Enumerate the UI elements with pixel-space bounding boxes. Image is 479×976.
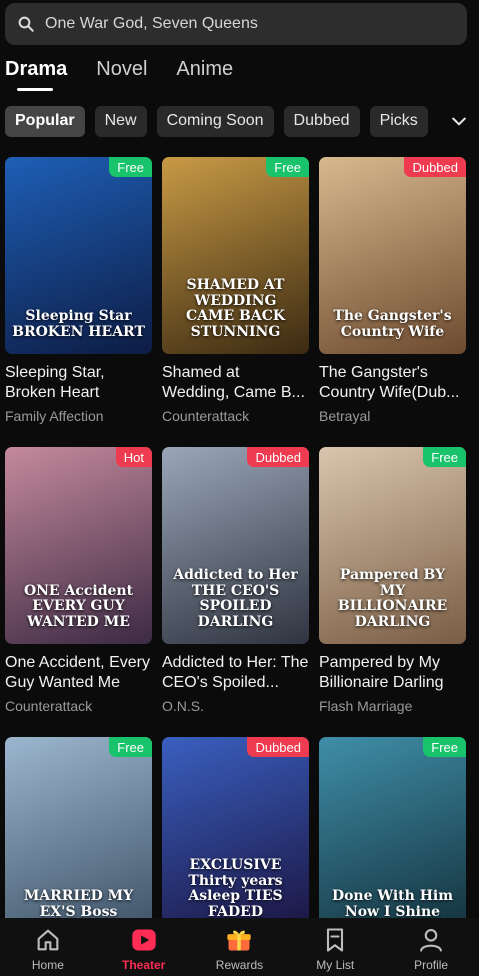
nav-rewards[interactable]: Rewards [194, 926, 284, 972]
drama-card[interactable]: Sleeping Star BROKEN HEART Free Sleeping S… [5, 157, 152, 424]
nav-home[interactable]: Home [3, 926, 93, 972]
drama-title[interactable]: Addicted to Her: The CEO's Spoiled... [162, 653, 309, 693]
drama-card[interactable]: ONE Accident EVERY GUY WANTED ME Hot One A… [5, 447, 152, 714]
drama-poster[interactable]: Sleeping Star BROKEN HEART Free [5, 157, 152, 354]
nav-label-theater: Theater [122, 958, 166, 972]
poster-title-art: Done With Him Now I Shine [331, 888, 454, 920]
drama-poster[interactable]: Done With Him Now I Shine Free [319, 737, 466, 934]
profile-icon [420, 929, 443, 952]
chip-popular[interactable]: Popular [5, 105, 85, 137]
play-icon [132, 929, 156, 951]
poster-title-art: ONE Accident EVERY GUY WANTED ME [23, 582, 134, 630]
drama-genre: Flash Marriage [319, 698, 413, 714]
chip-new[interactable]: New [94, 105, 147, 137]
chevron-down-icon[interactable] [449, 111, 469, 131]
nav-profile[interactable]: Profile [386, 926, 476, 972]
status-badge: Hot [115, 447, 152, 467]
nav-my-list[interactable]: My List [290, 926, 380, 972]
bottom-navigation: Home Theater Rewards My List Profile [0, 918, 479, 976]
poster-title-art: Sleeping Star BROKEN HEART [12, 308, 145, 340]
poster-title-art: Addicted to Her THE CEO'S SPOILED DARLIN… [173, 567, 298, 630]
drama-poster[interactable]: The Gangster's Country Wife Dubbed [319, 157, 466, 354]
drama-title[interactable]: Pampered by My Billionaire Darling [319, 653, 466, 693]
status-badge: Free [423, 447, 466, 467]
drama-card[interactable]: The Gangster's Country Wife Dubbed The Gan… [319, 157, 466, 424]
drama-title[interactable]: Sleeping Star, Broken Heart [5, 363, 152, 403]
poster-title-art: SHAMED AT WEDDING CAME BACK STUNNING [185, 277, 286, 340]
gift-icon [227, 930, 252, 951]
search-query: One War God, Seven Queens [45, 15, 258, 32]
drama-genre: Counterattack [162, 408, 250, 424]
search-bar[interactable]: One War God, Seven Queens [5, 3, 467, 45]
poster-title-art: Pampered BY MY BILLIONAIRE DARLING [337, 567, 448, 630]
status-badge: Dubbed [247, 737, 309, 757]
bookmark-icon [327, 928, 344, 952]
drama-genre: Betrayal [319, 408, 371, 424]
drama-card[interactable]: Addicted to Her THE CEO'S SPOILED DARLIN… [162, 447, 309, 714]
poster-title-art: MARRIED MY EX'S Boss [23, 888, 134, 920]
poster-title-art: The Gangster's Country Wife [333, 308, 452, 340]
nav-label-my-list: My List [316, 958, 355, 972]
status-badge: Dubbed [247, 447, 309, 467]
drama-title[interactable]: One Accident, Every Guy Wanted Me [5, 653, 152, 693]
tab-drama[interactable]: Drama [5, 58, 67, 91]
status-badge: Free [109, 157, 152, 177]
status-badge: Free [266, 157, 309, 177]
tab-novel[interactable]: Novel [96, 58, 147, 91]
search-icon [18, 16, 34, 32]
poster-title-art: EXCLUSIVE Thirty years Asleep TIES FADED [188, 857, 283, 920]
filter-chips: Popular New Coming Soon Dubbed Picks [5, 105, 479, 137]
chip-picks[interactable]: Picks [369, 105, 428, 137]
drama-title[interactable]: The Gangster's Country Wife(Dub... [319, 363, 466, 403]
chip-dubbed[interactable]: Dubbed [283, 105, 360, 137]
home-icon [37, 929, 59, 951]
status-badge: Free [423, 737, 466, 757]
drama-title[interactable]: Shamed at Wedding, Came B... [162, 363, 309, 403]
drama-poster[interactable]: Pampered BY MY BILLIONAIRE DARLING Free [319, 447, 466, 644]
status-badge: Dubbed [404, 157, 466, 177]
drama-genre: Family Affection [5, 408, 104, 424]
status-badge: Free [109, 737, 152, 757]
drama-poster[interactable]: MARRIED MY EX'S Boss Free [5, 737, 152, 934]
chip-coming-soon[interactable]: Coming Soon [156, 105, 274, 137]
drama-genre: O.N.S. [162, 698, 205, 714]
drama-card[interactable]: Pampered BY MY BILLIONAIRE DARLING Free Pa… [319, 447, 466, 714]
nav-label-home: Home [31, 958, 64, 972]
nav-label-profile: Profile [414, 958, 449, 972]
tab-anime[interactable]: Anime [176, 58, 233, 91]
drama-genre: Counterattack [5, 698, 93, 714]
drama-poster[interactable]: Addicted to Her THE CEO'S SPOILED DARLIN… [162, 447, 309, 644]
nav-theater[interactable]: Theater [99, 926, 189, 972]
drama-poster[interactable]: SHAMED AT WEDDING CAME BACK STUNNING Free [162, 157, 309, 354]
drama-poster[interactable]: ONE Accident EVERY GUY WANTED ME Hot [5, 447, 152, 644]
top-tabs: Drama Novel Anime [5, 58, 262, 91]
nav-label-rewards: Rewards [215, 958, 264, 972]
drama-card[interactable]: SHAMED AT WEDDING CAME BACK STUNNING Free… [162, 157, 309, 424]
drama-poster[interactable]: EXCLUSIVE Thirty years Asleep TIES FADED… [162, 737, 309, 934]
